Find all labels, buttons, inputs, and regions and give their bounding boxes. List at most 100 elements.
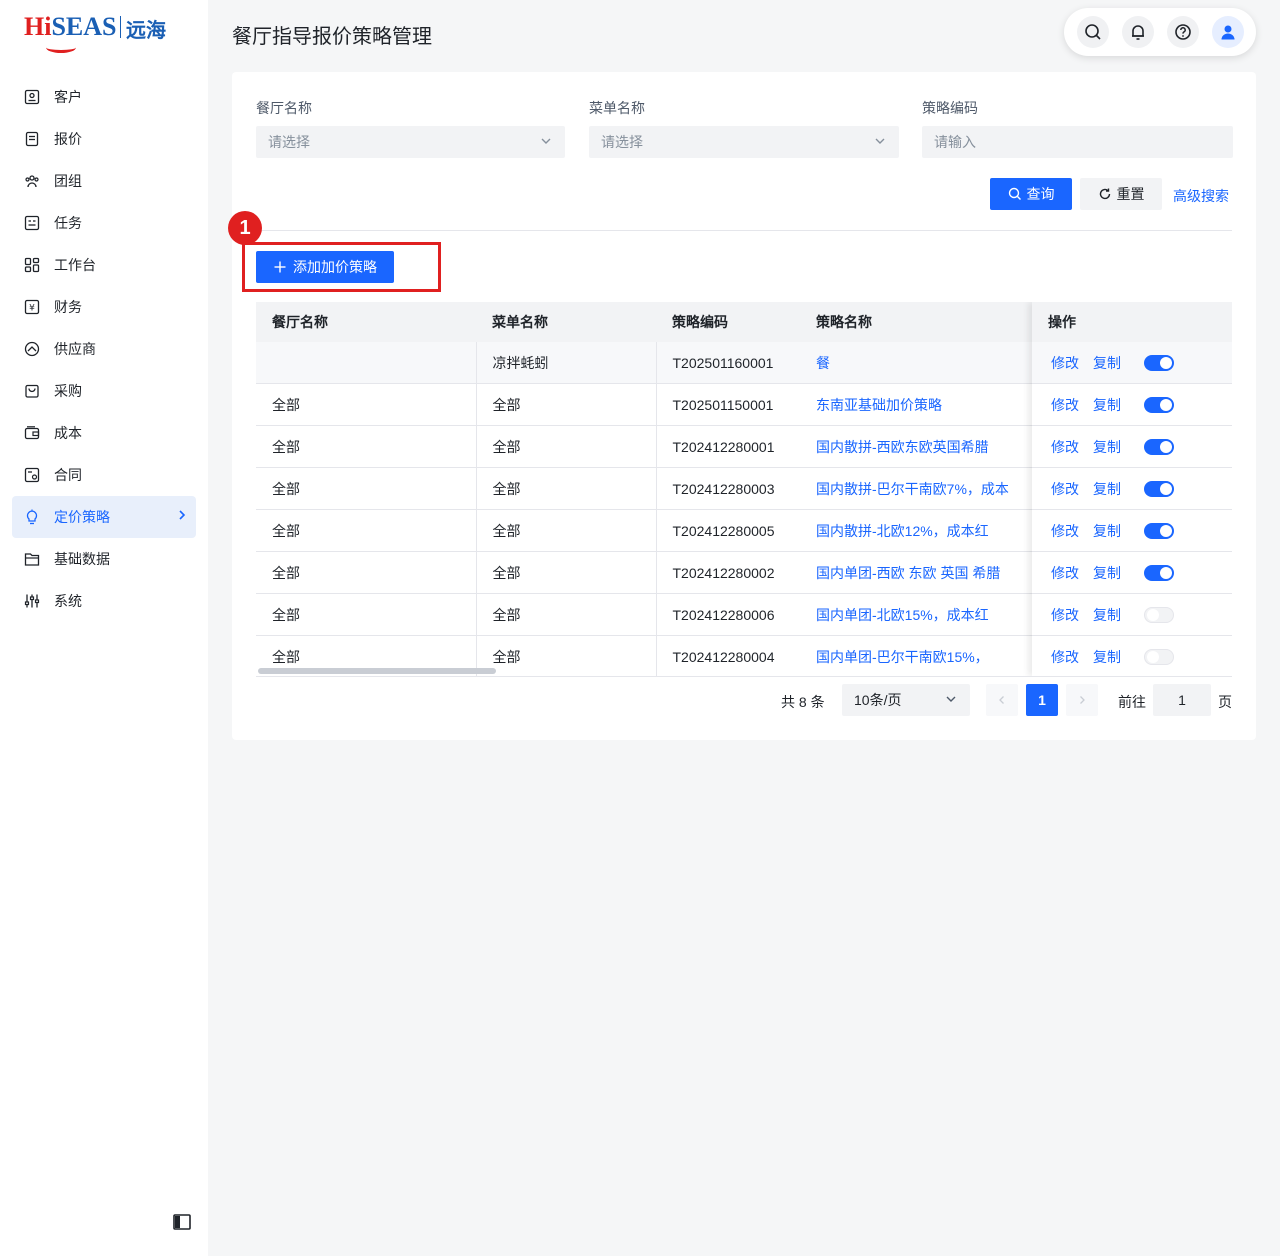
- enable-toggle[interactable]: [1144, 523, 1174, 539]
- cell-menu: 全部: [475, 383, 656, 426]
- sidebar-item-label: 系统: [54, 593, 82, 609]
- prev-page-button[interactable]: [986, 684, 1018, 716]
- quote-icon: [25, 131, 39, 147]
- sidebar-item-5[interactable]: ¥ 财务: [12, 286, 196, 328]
- copy-link[interactable]: 复制: [1093, 647, 1121, 667]
- strategy-table-grid: 餐厅名称 菜单名称 策略编码 策略名称 有效 凉拌蚝蚓T202501160001…: [256, 302, 1085, 676]
- edit-link[interactable]: 修改: [1051, 479, 1079, 499]
- sidebar-item-label: 任务: [54, 215, 82, 231]
- lightbulb-icon: [26, 509, 38, 525]
- enable-toggle[interactable]: [1144, 397, 1174, 413]
- cell-strategy-name-link[interactable]: 国内单团-巴尔干南欧15%，: [804, 635, 1025, 676]
- sidebar-item-label: 团组: [54, 173, 82, 189]
- sidebar-item-7[interactable]: 采购: [12, 370, 196, 412]
- brand-logo-divider: [120, 16, 121, 38]
- task-icon: [24, 215, 40, 231]
- settings-sliders-icon: [24, 594, 40, 608]
- table-row: 全部全部T202412280006国内单团-北欧15%，成本红按日: [256, 593, 1085, 636]
- restaurant-select[interactable]: 请选择: [256, 126, 565, 158]
- reset-button-label: 重置: [1116, 186, 1145, 202]
- supplier-icon: [24, 341, 40, 357]
- cell-code: T202412280006: [655, 593, 804, 636]
- cell-restaurant: 全部: [256, 509, 476, 552]
- sidebar-item-11[interactable]: 基础数据: [12, 538, 196, 580]
- search-button[interactable]: [1076, 16, 1109, 48]
- operations-row: 修改 复制: [1032, 468, 1232, 510]
- goto-page-input[interactable]: 1: [1153, 684, 1211, 716]
- restaurant-select-placeholder: 请选择: [268, 134, 310, 150]
- enable-toggle[interactable]: [1144, 355, 1174, 371]
- user-avatar-button[interactable]: [1211, 16, 1244, 48]
- chevron-left-icon: [999, 696, 1004, 704]
- sidebar-item-8[interactable]: 成本: [12, 412, 196, 454]
- annotation-highlight-box: [242, 242, 441, 292]
- page-number-current[interactable]: 1: [1026, 684, 1058, 716]
- menu-select[interactable]: 请选择: [589, 126, 899, 158]
- edit-link[interactable]: 修改: [1051, 563, 1079, 583]
- copy-link[interactable]: 复制: [1093, 353, 1121, 373]
- copy-link[interactable]: 复制: [1093, 437, 1121, 457]
- enable-toggle[interactable]: [1144, 481, 1174, 497]
- page-size-select[interactable]: 10条/页: [842, 684, 970, 716]
- column-header-code[interactable]: 策略编码: [656, 302, 804, 342]
- help-button[interactable]: [1166, 16, 1199, 48]
- column-header-restaurant[interactable]: 餐厅名称: [256, 302, 476, 342]
- sidebar-collapse-icon[interactable]: [172, 1212, 192, 1232]
- enable-toggle[interactable]: [1144, 607, 1174, 623]
- cell-code: T202501150001: [655, 383, 804, 426]
- sidebar-item-label: 采购: [54, 383, 82, 399]
- notification-button[interactable]: [1121, 16, 1154, 48]
- sidebar-item-4[interactable]: 工作台: [12, 244, 196, 286]
- search-icon: [1084, 24, 1101, 40]
- query-button[interactable]: 查询: [990, 178, 1072, 210]
- table-row: 全部全部T202412280002国内单团-西欧 东欧 英国 希腊按日: [256, 551, 1085, 594]
- sidebar-item-1[interactable]: 报价: [12, 118, 196, 160]
- edit-link[interactable]: 修改: [1051, 647, 1079, 667]
- edit-link[interactable]: 修改: [1051, 605, 1079, 625]
- sidebar-item-label: 财务: [54, 299, 82, 315]
- cell-menu: 全部: [475, 425, 656, 468]
- cell-strategy-name-link[interactable]: 国内单团-北欧15%，成本红: [804, 593, 1025, 636]
- cell-strategy-name-link[interactable]: 国内单团-西欧 东欧 英国 希腊: [804, 551, 1025, 594]
- cell-strategy-name-link[interactable]: 国内散拼-北欧12%，成本红: [804, 509, 1025, 552]
- edit-link[interactable]: 修改: [1051, 395, 1079, 415]
- sidebar-item-12[interactable]: 系统: [12, 580, 196, 622]
- sidebar-item-9[interactable]: 合同: [12, 454, 196, 496]
- copy-link[interactable]: 复制: [1093, 605, 1121, 625]
- sidebar-item-2[interactable]: 团组: [12, 160, 196, 202]
- copy-link[interactable]: 复制: [1093, 395, 1121, 415]
- copy-link[interactable]: 复制: [1093, 563, 1121, 583]
- copy-link[interactable]: 复制: [1093, 479, 1121, 499]
- help-icon: [1174, 24, 1191, 40]
- sidebar-nav: 客户 报价团组任务工作台 ¥ 财务供应商采购成本 合同 定价策略基础数据系统: [12, 76, 196, 622]
- cell-strategy-name-link[interactable]: 东南亚基础加价策略: [804, 383, 1025, 426]
- enable-toggle[interactable]: [1144, 439, 1174, 455]
- code-input[interactable]: 请输入: [922, 126, 1233, 158]
- sidebar-item-6[interactable]: 供应商: [12, 328, 196, 370]
- cell-strategy-name-link[interactable]: 餐: [804, 342, 1025, 384]
- cell-restaurant: 全部: [256, 383, 476, 426]
- edit-link[interactable]: 修改: [1051, 353, 1079, 373]
- enable-toggle[interactable]: [1144, 565, 1174, 581]
- reset-button[interactable]: 重置: [1080, 178, 1162, 210]
- edit-link[interactable]: 修改: [1051, 521, 1079, 541]
- sidebar-item-10[interactable]: 定价策略: [12, 496, 196, 538]
- cell-strategy-name-link[interactable]: 国内散拼-巴尔干南欧7%，成本: [804, 467, 1025, 510]
- advanced-search-link[interactable]: 高级搜索: [1173, 186, 1229, 206]
- horizontal-scrollbar[interactable]: [258, 668, 496, 674]
- cell-menu: 凉拌蚝蚓: [475, 342, 656, 384]
- edit-link[interactable]: 修改: [1051, 437, 1079, 457]
- enable-toggle[interactable]: [1144, 649, 1174, 665]
- cell-menu: 全部: [475, 635, 656, 676]
- column-header-name[interactable]: 策略名称: [804, 302, 1025, 342]
- svg-text:¥: ¥: [29, 304, 35, 314]
- page-title: 餐厅指导报价策略管理: [232, 26, 432, 48]
- sidebar-item-label: 基础数据: [54, 551, 110, 567]
- column-header-menu[interactable]: 菜单名称: [476, 302, 656, 342]
- cell-strategy-name-link[interactable]: 国内散拼-西欧东欧英国希腊: [804, 425, 1025, 468]
- sidebar-item-3[interactable]: 任务: [12, 202, 196, 244]
- brand-logo[interactable]: HiSEAS 远海: [24, 12, 174, 53]
- copy-link[interactable]: 复制: [1093, 521, 1121, 541]
- next-page-button[interactable]: [1066, 684, 1098, 716]
- sidebar-item-0[interactable]: 客户: [12, 76, 196, 118]
